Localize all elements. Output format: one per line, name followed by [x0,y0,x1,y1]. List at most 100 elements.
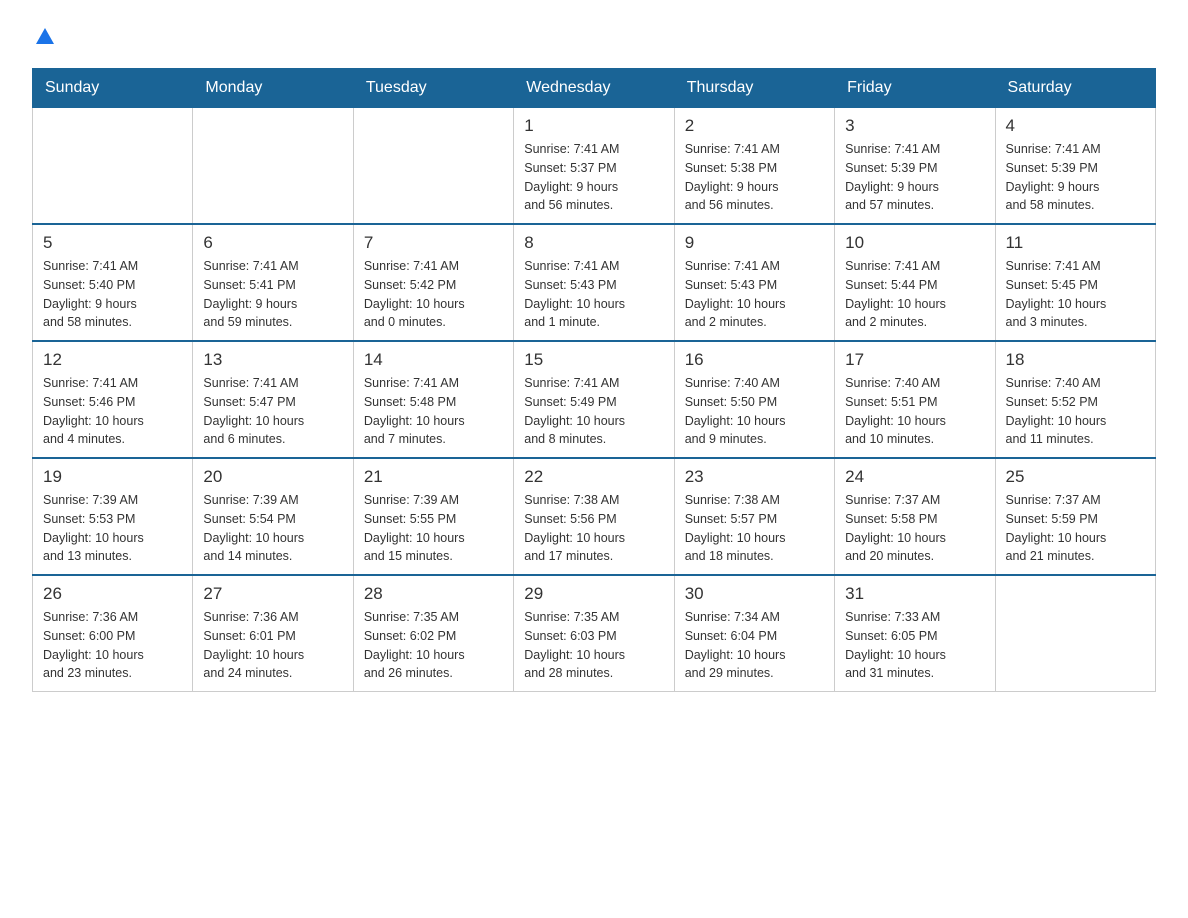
calendar-day-cell: 11Sunrise: 7:41 AM Sunset: 5:45 PM Dayli… [995,224,1155,341]
day-info: Sunrise: 7:36 AM Sunset: 6:01 PM Dayligh… [203,608,342,683]
calendar-day-cell: 21 Sunrise: 7:39 AM Sunset: 5:55 PM Dayli… [353,458,513,575]
day-number: 14 [364,350,503,370]
day-number: 21 [364,467,503,487]
day-number: 3 [845,116,984,136]
day-number: 1 [524,116,663,136]
day-number: 29 [524,584,663,604]
day-info: Sunrise: 7:41 AM Sunset: 5:47 PM Dayligh… [203,374,342,449]
column-header-tuesday: Tuesday [353,69,513,108]
calendar-day-cell: 31 Sunrise: 7:33 AM Sunset: 6:05 PM Dayli… [835,575,995,692]
calendar-week-row: 1 Sunrise: 7:41 AM Sunset: 5:37 PM Daylig… [33,108,1156,225]
calendar-day-cell: 10 Sunrise: 7:41 AM Sunset: 5:44 PM Dayli… [835,224,995,341]
calendar-day-cell: 27 Sunrise: 7:36 AM Sunset: 6:01 PM Dayli… [193,575,353,692]
day-info: Sunrise: 7:33 AM Sunset: 6:05 PM Dayligh… [845,608,984,683]
column-header-thursday: Thursday [674,69,834,108]
day-info: Sunrise: 7:41 AM Sunset: 5:42 PM Dayligh… [364,257,503,332]
calendar-table: SundayMondayTuesdayWednesdayThursdayFrid… [32,68,1156,692]
day-number: 9 [685,233,824,253]
calendar-day-cell: 19 Sunrise: 7:39 AM Sunset: 5:53 PM Dayli… [33,458,193,575]
day-info: Sunrise: 7:40 AM Sunset: 5:52 PM Dayligh… [1006,374,1145,449]
day-number: 27 [203,584,342,604]
day-info: Sunrise: 7:41 AM Sunset: 5:43 PM Dayligh… [685,257,824,332]
calendar-day-cell: 4Sunrise: 7:41 AM Sunset: 5:39 PM Daylig… [995,108,1155,225]
day-info: Sunrise: 7:35 AM Sunset: 6:03 PM Dayligh… [524,608,663,683]
calendar-day-cell: 16 Sunrise: 7:40 AM Sunset: 5:50 PM Dayli… [674,341,834,458]
day-number: 18 [1006,350,1145,370]
calendar-week-row: 19 Sunrise: 7:39 AM Sunset: 5:53 PM Dayli… [33,458,1156,575]
calendar-day-cell: 30 Sunrise: 7:34 AM Sunset: 6:04 PM Dayli… [674,575,834,692]
day-number: 12 [43,350,182,370]
day-number: 17 [845,350,984,370]
column-header-saturday: Saturday [995,69,1155,108]
day-info: Sunrise: 7:41 AM Sunset: 5:44 PM Dayligh… [845,257,984,332]
day-info: Sunrise: 7:40 AM Sunset: 5:51 PM Dayligh… [845,374,984,449]
day-number: 2 [685,116,824,136]
day-number: 10 [845,233,984,253]
day-info: Sunrise: 7:41 AM Sunset: 5:46 PM Dayligh… [43,374,182,449]
calendar-day-cell [995,575,1155,692]
page-header [32,24,1156,48]
day-info: Sunrise: 7:40 AM Sunset: 5:50 PM Dayligh… [685,374,824,449]
calendar-day-cell: 6Sunrise: 7:41 AM Sunset: 5:41 PM Daylig… [193,224,353,341]
calendar-day-cell: 20Sunrise: 7:39 AM Sunset: 5:54 PM Dayli… [193,458,353,575]
calendar-day-cell: 5 Sunrise: 7:41 AM Sunset: 5:40 PM Daylig… [33,224,193,341]
calendar-day-cell: 7 Sunrise: 7:41 AM Sunset: 5:42 PM Daylig… [353,224,513,341]
calendar-day-cell: 1 Sunrise: 7:41 AM Sunset: 5:37 PM Daylig… [514,108,674,225]
day-number: 11 [1006,233,1145,253]
calendar-day-cell: 14 Sunrise: 7:41 AM Sunset: 5:48 PM Dayli… [353,341,513,458]
calendar-week-row: 5 Sunrise: 7:41 AM Sunset: 5:40 PM Daylig… [33,224,1156,341]
day-number: 19 [43,467,182,487]
day-info: Sunrise: 7:37 AM Sunset: 5:59 PM Dayligh… [1006,491,1145,566]
day-number: 24 [845,467,984,487]
calendar-day-cell: 13 Sunrise: 7:41 AM Sunset: 5:47 PM Dayli… [193,341,353,458]
calendar-day-cell: 12 Sunrise: 7:41 AM Sunset: 5:46 PM Dayli… [33,341,193,458]
day-info: Sunrise: 7:41 AM Sunset: 5:43 PM Dayligh… [524,257,663,332]
day-info: Sunrise: 7:41 AM Sunset: 5:37 PM Dayligh… [524,140,663,215]
day-info: Sunrise: 7:41 AM Sunset: 5:39 PM Dayligh… [1006,140,1145,215]
calendar-day-cell: 23Sunrise: 7:38 AM Sunset: 5:57 PM Dayli… [674,458,834,575]
day-info: Sunrise: 7:41 AM Sunset: 5:49 PM Dayligh… [524,374,663,449]
day-number: 7 [364,233,503,253]
column-header-sunday: Sunday [33,69,193,108]
calendar-header-row: SundayMondayTuesdayWednesdayThursdayFrid… [33,69,1156,108]
calendar-day-cell: 29 Sunrise: 7:35 AM Sunset: 6:03 PM Dayli… [514,575,674,692]
calendar-day-cell: 24Sunrise: 7:37 AM Sunset: 5:58 PM Dayli… [835,458,995,575]
day-number: 26 [43,584,182,604]
calendar-day-cell [353,108,513,225]
day-info: Sunrise: 7:39 AM Sunset: 5:53 PM Dayligh… [43,491,182,566]
day-number: 31 [845,584,984,604]
calendar-day-cell: 28 Sunrise: 7:35 AM Sunset: 6:02 PM Dayli… [353,575,513,692]
calendar-day-cell: 2 Sunrise: 7:41 AM Sunset: 5:38 PM Daylig… [674,108,834,225]
day-number: 13 [203,350,342,370]
day-info: Sunrise: 7:41 AM Sunset: 5:40 PM Dayligh… [43,257,182,332]
calendar-day-cell [193,108,353,225]
day-info: Sunrise: 7:39 AM Sunset: 5:55 PM Dayligh… [364,491,503,566]
day-number: 6 [203,233,342,253]
calendar-week-row: 12 Sunrise: 7:41 AM Sunset: 5:46 PM Dayli… [33,341,1156,458]
day-number: 8 [524,233,663,253]
day-info: Sunrise: 7:34 AM Sunset: 6:04 PM Dayligh… [685,608,824,683]
column-header-wednesday: Wednesday [514,69,674,108]
calendar-day-cell: 17 Sunrise: 7:40 AM Sunset: 5:51 PM Dayli… [835,341,995,458]
day-number: 23 [685,467,824,487]
day-info: Sunrise: 7:41 AM Sunset: 5:48 PM Dayligh… [364,374,503,449]
day-info: Sunrise: 7:41 AM Sunset: 5:38 PM Dayligh… [685,140,824,215]
column-header-monday: Monday [193,69,353,108]
column-header-friday: Friday [835,69,995,108]
day-number: 25 [1006,467,1145,487]
day-number: 15 [524,350,663,370]
calendar-day-cell: 25 Sunrise: 7:37 AM Sunset: 5:59 PM Dayli… [995,458,1155,575]
calendar-week-row: 26Sunrise: 7:36 AM Sunset: 6:00 PM Dayli… [33,575,1156,692]
day-info: Sunrise: 7:35 AM Sunset: 6:02 PM Dayligh… [364,608,503,683]
day-number: 16 [685,350,824,370]
logo-triangle-icon [34,26,56,48]
day-number: 5 [43,233,182,253]
calendar-day-cell: 22Sunrise: 7:38 AM Sunset: 5:56 PM Dayli… [514,458,674,575]
calendar-day-cell: 3Sunrise: 7:41 AM Sunset: 5:39 PM Daylig… [835,108,995,225]
day-info: Sunrise: 7:39 AM Sunset: 5:54 PM Dayligh… [203,491,342,566]
day-number: 30 [685,584,824,604]
calendar-day-cell: 9 Sunrise: 7:41 AM Sunset: 5:43 PM Daylig… [674,224,834,341]
calendar-day-cell: 18 Sunrise: 7:40 AM Sunset: 5:52 PM Dayli… [995,341,1155,458]
logo [32,24,56,48]
day-number: 28 [364,584,503,604]
